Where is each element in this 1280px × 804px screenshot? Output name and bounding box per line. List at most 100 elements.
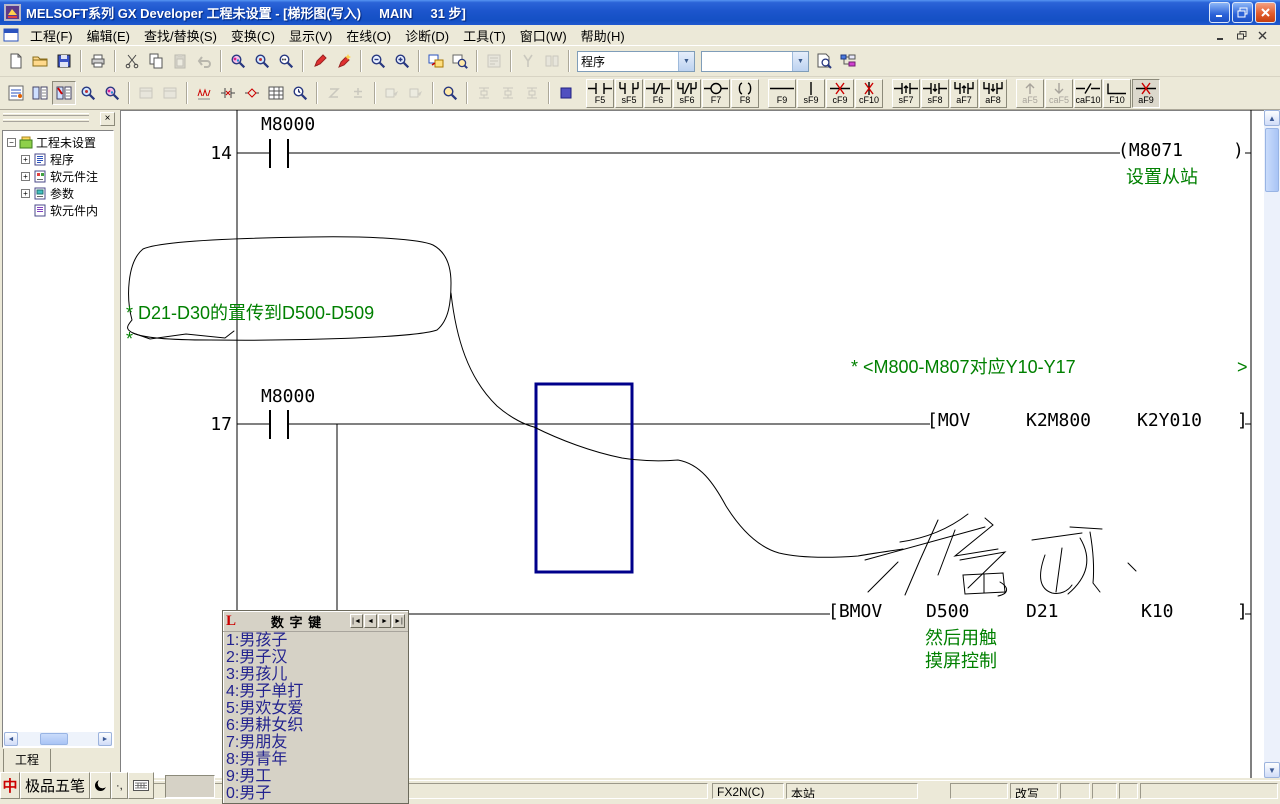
device-test-button[interactable] <box>308 49 332 73</box>
scroll-thumb[interactable] <box>1265 128 1279 192</box>
instruction-arg[interactable]: K2M800 <box>1026 411 1091 431</box>
new-project-button[interactable] <box>4 49 28 73</box>
comment-display-toggle-button[interactable] <box>52 81 76 105</box>
menu-online[interactable]: 在线(O) <box>339 27 398 46</box>
ime-softkeyboard-icon[interactable] <box>128 772 154 799</box>
ladder-symbol-F6-button[interactable]: F6 <box>644 79 672 108</box>
menu-view[interactable]: 显示(V) <box>282 27 339 46</box>
find-device-button[interactable] <box>250 49 274 73</box>
instruction-op[interactable]: [MOV <box>927 411 970 431</box>
ime-candidate[interactable]: 0:男子 <box>223 785 408 802</box>
scroll-left-button[interactable]: ◄ <box>4 732 18 746</box>
tree-item-device-comment[interactable]: +软元件注 <box>7 168 113 185</box>
ime-name-button[interactable]: 极品五笔 <box>20 772 90 799</box>
ladder-view-button[interactable] <box>4 81 28 105</box>
panel-close-icon[interactable]: × <box>100 112 115 126</box>
ladder-symbol-F7-button[interactable]: F7 <box>702 79 730 108</box>
ladder-symbol-F8-button[interactable]: F8 <box>731 79 759 108</box>
ladder-symbol-sF9-button[interactable]: sF9 <box>797 79 825 108</box>
scroll-right-button[interactable]: ► <box>98 732 112 746</box>
save-project-button[interactable] <box>52 49 76 73</box>
instruction-arg[interactable]: D21 <box>1026 602 1059 622</box>
collapse-icon[interactable]: − <box>7 138 16 147</box>
panel-grip[interactable] <box>3 119 89 122</box>
ime-nav-prev[interactable]: ◄ <box>364 614 377 628</box>
tree-item-parameter[interactable]: +参数 <box>7 185 113 202</box>
expand-icon[interactable]: + <box>21 189 30 198</box>
copy-button[interactable] <box>144 49 168 73</box>
open-project-button[interactable] <box>28 49 52 73</box>
instruction-arg[interactable]: K2Y010 <box>1137 411 1202 431</box>
project-tree-toggle-button[interactable] <box>28 81 52 105</box>
menu-help[interactable]: 帮助(H) <box>574 27 632 46</box>
contact-device-label[interactable]: M8000 <box>261 387 315 407</box>
minimize-button[interactable] <box>1209 2 1230 23</box>
chevron-down-icon[interactable]: ▼ <box>678 52 694 71</box>
cut-button[interactable] <box>120 49 144 73</box>
ladder-symbol-aF7-button[interactable]: aF7 <box>950 79 978 108</box>
ime-candidate[interactable]: 4:男子单打 <box>223 683 408 700</box>
ime-window-titlebar[interactable]: L 数 字 键 |◄◄►►| <box>223 611 408 632</box>
tree-item-program[interactable]: +程序 <box>7 151 113 168</box>
ime-candidate[interactable]: 8:男青年 <box>223 751 408 768</box>
find-contact-coil-button[interactable] <box>76 81 100 105</box>
mdi-close-button[interactable] <box>1254 28 1272 43</box>
scroll-thumb[interactable] <box>40 733 68 745</box>
menu-tools[interactable]: 工具(T) <box>456 27 513 46</box>
expand-icon[interactable]: + <box>21 155 30 164</box>
ime-candidate[interactable]: 7:男朋友 <box>223 734 408 751</box>
line-statement[interactable]: * <M800-M807对应Y10-Y17 <box>851 357 1076 378</box>
menu-edit[interactable]: 编辑(E) <box>80 27 137 46</box>
find-error-button[interactable] <box>438 81 462 105</box>
tree-root-project[interactable]: − 工程未设置 <box>7 134 113 151</box>
menu-find-replace[interactable]: 查找/替换(S) <box>137 27 224 46</box>
note-edit-button[interactable] <box>240 81 264 105</box>
ladder-symbol-sF5-button[interactable]: sF5 <box>615 79 643 108</box>
instruction-arg[interactable]: K10 <box>1141 602 1174 622</box>
coil-device[interactable]: (M8071 <box>1118 141 1183 161</box>
ladder-symbol-sF8-button[interactable]: sF8 <box>921 79 949 108</box>
ladder-symbol-aF9-button[interactable]: aF9 <box>1132 79 1160 108</box>
pc-transfer-button[interactable] <box>424 49 448 73</box>
ladder-symbol-F10-button[interactable]: F10 <box>1103 79 1131 108</box>
close-button[interactable] <box>1255 2 1276 23</box>
ime-candidate[interactable]: 9:男工 <box>223 768 408 785</box>
monitor-clock-button[interactable] <box>288 81 312 105</box>
panel-grip[interactable] <box>3 113 89 116</box>
find-string-button[interactable] <box>274 49 298 73</box>
target-combo[interactable]: ▼ <box>701 51 809 72</box>
device-test-forced-button[interactable] <box>332 49 356 73</box>
device-comment-edit-button[interactable] <box>192 81 216 105</box>
ladder-symbol-cF10-button[interactable]: cF10 <box>855 79 883 108</box>
ladder-symbol-cF9-button[interactable]: cF9 <box>826 79 854 108</box>
ime-nav-first[interactable]: |◄ <box>350 614 363 628</box>
ladder-symbol-F9-button[interactable]: F9 <box>768 79 796 108</box>
ime-fullhalf-moon-icon[interactable] <box>90 772 111 799</box>
ime-candidate[interactable]: 3:男孩儿 <box>223 666 408 683</box>
ime-candidate[interactable]: 5:男欢女爱 <box>223 700 408 717</box>
menu-convert[interactable]: 变换(C) <box>224 27 282 46</box>
contact-device-label[interactable]: M8000 <box>261 115 315 135</box>
mdi-minimize-button[interactable] <box>1212 28 1230 43</box>
zoom-out-button[interactable] <box>366 49 390 73</box>
device-memory-edit-button[interactable] <box>264 81 288 105</box>
print-button[interactable] <box>86 49 110 73</box>
scroll-down-button[interactable]: ▼ <box>1264 762 1280 778</box>
menu-project[interactable]: 工程(F) <box>23 27 80 46</box>
parameter-structure-button[interactable] <box>836 49 860 73</box>
ladder-symbol-caF10-button[interactable]: caF10 <box>1074 79 1102 108</box>
ime-nav-next[interactable]: ► <box>378 614 391 628</box>
mdi-child-icon[interactable] <box>3 28 19 42</box>
ladder-symbol-sF6-button[interactable]: sF6 <box>673 79 701 108</box>
line-statement[interactable]: * D21-D30的置传到D500-D509 <box>126 303 374 324</box>
ladder-symbol-aF8-button[interactable]: aF8 <box>979 79 1007 108</box>
expand-icon[interactable]: + <box>21 172 30 181</box>
menu-window[interactable]: 窗口(W) <box>513 27 574 46</box>
ime-nav-last[interactable]: ►| <box>392 614 405 628</box>
tree-horizontal-scrollbar[interactable]: ◄ ► <box>4 732 112 746</box>
restore-button[interactable] <box>1232 2 1253 23</box>
ime-punctuation-button[interactable]: ·, <box>111 772 128 799</box>
ladder-symbol-sF7-button[interactable]: sF7 <box>892 79 920 108</box>
program-combo[interactable]: 程序▼ <box>577 51 695 72</box>
monitor-mode-button[interactable] <box>554 81 578 105</box>
